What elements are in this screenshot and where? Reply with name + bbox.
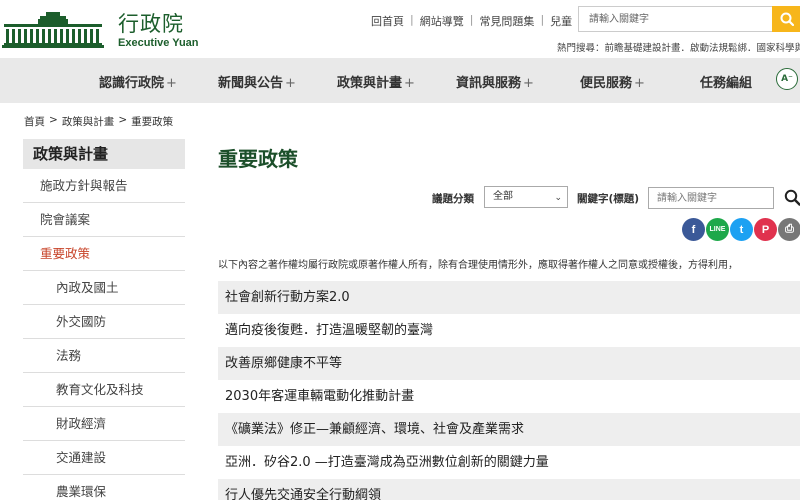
line-share-icon[interactable]: LINE [706,218,729,241]
policy-item[interactable]: 《礦業法》修正—兼顧經濟、環境、社會及產業需求 [218,413,800,446]
keyword-label: 關鍵字(標題) [577,193,640,205]
site-search-button[interactable] [772,6,800,32]
breadcrumb: 首頁 > 政策與計畫 > 重要政策 [24,114,173,129]
policy-item[interactable]: 社會創新行動方案2.0 [218,281,800,314]
plurk-share-icon[interactable]: P [754,218,777,241]
separator: | [410,13,414,26]
plus-icon: + [285,76,296,91]
separator: | [540,13,545,26]
nav-item-label: 政策與計畫 [337,76,403,91]
sidebar-subitem-justice[interactable]: 法務 [23,339,185,373]
breadcrumb-separator: > [118,114,128,126]
sidebar-title: 政策與計畫 [23,139,185,169]
building-logo-icon [2,12,104,48]
category-select-value: 全部 [493,191,513,202]
logo-english-name: Executive Yuan [118,37,199,49]
logo-text: 行政院 Executive Yuan [118,12,199,50]
separator: | [469,13,474,26]
top-link-faq[interactable]: 常見問題集 [479,13,534,29]
nav-item-label: 新聞與公告 [218,76,284,91]
sidebar-subitem-finance[interactable]: 財政經濟 [23,407,185,441]
site-header: 行政院 Executive Yuan 回首頁 | 網站導覽 | 常見問題集 | … [0,0,800,58]
policy-item[interactable]: 2030年客運車輛電動化推動計畫 [218,380,800,413]
keyword-input[interactable] [648,187,774,209]
top-link-sitemap[interactable]: 網站導覽 [420,13,464,29]
policy-item[interactable]: 邁向疫後復甦．打造溫暖堅韌的臺灣 [218,314,800,347]
sidebar-subitem-interior[interactable]: 內政及國土 [23,271,185,305]
top-links: 回首頁 | 網站導覽 | 常見問題集 | 兒童 | EN [371,13,603,29]
sidebar-subitem-education[interactable]: 教育文化及科技 [23,373,185,407]
nav-item-info[interactable]: 資訊與服務 + [456,72,534,91]
nav-item-policy[interactable]: 政策與計畫 + [337,72,415,91]
policy-list: 社會創新行動方案2.0 邁向疫後復甦．打造溫暖堅韌的臺灣 改善原鄉健康不平等 2… [218,281,800,500]
category-filter-label: 議題分類 [432,193,474,205]
nav-item-label: 資訊與服務 [456,76,522,91]
plus-icon: + [523,76,534,91]
breadcrumb-current[interactable]: 重要政策 [131,114,173,129]
sidebar-subitem-agriculture[interactable]: 農業環保 [23,475,185,500]
sidebar-subitem-transport[interactable]: 交通建設 [23,441,185,475]
chevron-down-icon: ⌄ [554,193,562,203]
main-nav: 認識行政院 + 新聞與公告 + 政策與計畫 + 資訊與服務 + 便民服務 + 任務編組 A… [0,58,800,103]
top-link-home[interactable]: 回首頁 [371,13,404,29]
facebook-share-icon[interactable]: f [682,218,705,241]
site-logo[interactable]: 行政院 Executive Yuan [2,12,199,50]
breadcrumb-policy[interactable]: 政策與計畫 [62,114,115,129]
nav-item-services[interactable]: 便民服務 + [580,72,645,91]
plus-icon: + [166,76,177,91]
search-icon[interactable] [784,189,800,206]
policy-item[interactable]: 改善原鄉健康不平等 [218,347,800,380]
search-icon [780,12,794,26]
nav-item-label: 任務編組 [700,76,753,91]
logo-chinese-name: 行政院 [118,12,184,36]
breadcrumb-separator: > [49,114,58,126]
site-search-input[interactable] [578,6,772,32]
sidebar-item-reports[interactable]: 施政方針與報告 [23,169,185,203]
nav-item-about[interactable]: 認識行政院 + [99,72,177,91]
policy-item[interactable]: 亞洲．矽谷2.0 —打造臺灣成為亞洲數位創新的關鍵力量 [218,446,800,479]
plus-icon: + [634,76,645,91]
sidebar-item-council-bills[interactable]: 院會議案 [23,203,185,237]
plus-icon: + [404,76,415,91]
copyright-notice: 以下內容之著作權均屬行政院或原著作權人所有，除有合理使用情形外，應取得著作權人之… [218,260,738,271]
sidebar-subitem-foreign-defense[interactable]: 外交國防 [23,305,185,339]
twitter-share-icon[interactable]: t [730,218,753,241]
nav-item-label: 便民服務 [580,76,633,91]
print-icon[interactable]: ⎙ [778,218,800,241]
top-link-kids[interactable]: 兒童 [550,13,572,29]
nav-item-label: 認識行政院 [99,76,165,91]
sidebar: 政策與計畫 施政方針與報告 院會議案 重要政策 內政及國土 外交國防 法務 教育… [23,139,185,500]
sidebar-item-key-policies[interactable]: 重要政策 [23,237,185,271]
nav-item-taskforce[interactable]: 任務編組 [700,72,752,91]
breadcrumb-home[interactable]: 首頁 [24,114,45,129]
policy-item[interactable]: 行人優先交通安全行動綱領 [218,479,800,500]
page-title: 重要政策 [218,147,298,171]
nav-item-news[interactable]: 新聞與公告 + [218,72,296,91]
font-size-button[interactable]: A⁻ [776,68,798,90]
hot-search-keywords[interactable]: 熱門搜尋：前瞻基礎建設計畫．啟動法規鬆綁．國家科學與 [557,40,800,54]
category-select[interactable]: 全部 ⌄ [484,186,568,208]
